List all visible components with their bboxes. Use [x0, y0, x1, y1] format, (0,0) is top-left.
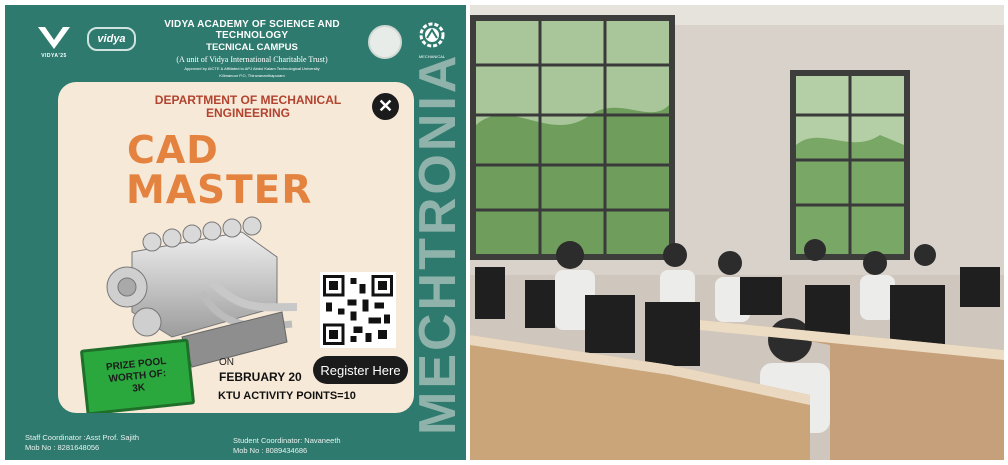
registration-qr-code[interactable] — [320, 272, 396, 348]
college-header: VIDYA ACADEMY OF SCIENCE AND TECHNOLOGY … — [137, 19, 367, 78]
watermark-text: MECHTRONIA — [409, 55, 466, 435]
college-name: VIDYA ACADEMY OF SCIENCE AND TECHNOLOGY — [164, 19, 340, 41]
close-icon[interactable]: ✕ — [372, 93, 399, 120]
student-coordinator-phone: Mob No : 8089434686 — [233, 446, 308, 455]
computer-lab-photo — [470, 5, 1004, 460]
window-right — [790, 70, 910, 260]
vidya25-logo: VIDYA'25 — [35, 23, 73, 61]
vidya25-logo-mark — [38, 27, 70, 49]
location-line: Kilimanoor P.O, Thiruvananthapuram — [219, 73, 285, 78]
event-date: FEBRUARY 20 — [219, 370, 302, 384]
department-title: DEPARTMENT OF MECHANICAL ENGINEERING — [154, 93, 342, 120]
trust-line: (A unit of Vidya International Charitabl… — [176, 55, 328, 64]
register-button[interactable]: Register Here — [313, 356, 408, 384]
staff-coordinator-phone: Mob No : 8281648056 — [25, 443, 100, 452]
prize-pool-badge: PRIZE POOL WORTH OF: 3K — [79, 338, 196, 413]
vidya25-caption: VIDYA'25 — [41, 53, 67, 59]
window-left — [470, 15, 675, 260]
student-coordinator: Student Coordinator: Navaneeth Mob No : … — [233, 436, 341, 456]
vidya-brand-logo: vidya — [87, 27, 136, 51]
event-title-cad: CAD — [127, 128, 219, 172]
college-seal-icon — [368, 25, 402, 59]
staff-coordinator-name: Staff Coordinator :Asst Prof. Sajith — [25, 433, 140, 442]
campus-name: TECNICAL CAMPUS — [206, 42, 298, 53]
approval-line: Approved by AICTE & Affiliated to APJ Ab… — [184, 66, 320, 71]
student-coordinator-name: Student Coordinator: Navaneeth — [233, 436, 341, 445]
gear-icon — [419, 22, 445, 48]
ktu-activity-points: KTU ACTIVITY POINTS=10 — [218, 390, 356, 402]
date-prefix: ON — [219, 357, 234, 368]
mechtronia-watermark: MECHTRONIA — [408, 55, 466, 455]
mechanical-dept-logo: MECHANICAL — [415, 21, 449, 59]
event-poster: VIDYA'25 vidya VIDYA ACADEMY OF SCIENCE … — [5, 5, 466, 460]
staff-coordinator: Staff Coordinator :Asst Prof. Sajith Mob… — [25, 433, 139, 453]
event-title-master: MASTER — [126, 168, 313, 213]
event-card: DEPARTMENT OF MECHANICAL ENGINEERING ✕ C… — [58, 82, 414, 413]
